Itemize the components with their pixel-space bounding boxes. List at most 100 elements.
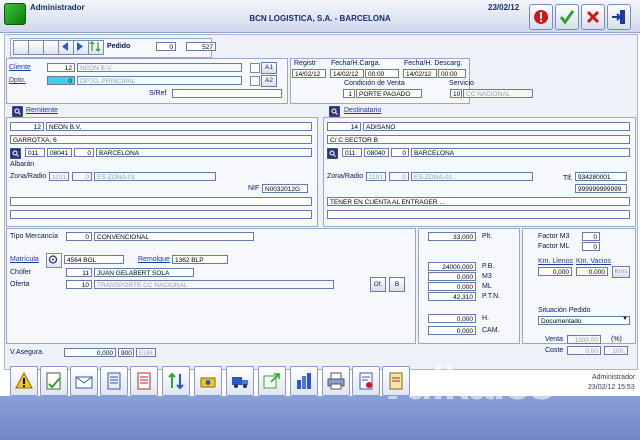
remitente-name-field[interactable]: NEON B.V. bbox=[46, 122, 312, 131]
coste-field[interactable]: 0,00 bbox=[567, 346, 601, 355]
destinatario-name-field[interactable]: ADISANO bbox=[363, 122, 630, 131]
accept-button[interactable] bbox=[555, 4, 579, 30]
remitente-note2-field[interactable] bbox=[10, 210, 312, 219]
destinatario-zona-field[interactable]: ES-ZONA-01 bbox=[411, 172, 533, 181]
mail-info-button[interactable] bbox=[70, 366, 98, 396]
remitente-address-field[interactable]: GARROTXA, 6 bbox=[10, 135, 312, 144]
asegura-code-field[interactable]: 900 bbox=[118, 348, 134, 357]
remolque-field[interactable]: 1362 BLP bbox=[172, 255, 228, 264]
a2-button[interactable]: A2 bbox=[261, 75, 277, 87]
list-view-button[interactable] bbox=[13, 40, 29, 55]
venta-field[interactable]: 1300,00 bbox=[567, 335, 601, 344]
asegura-currency-field[interactable]: EUR bbox=[136, 348, 156, 357]
kms-button[interactable]: Kms bbox=[612, 266, 630, 278]
remitente-zona-field[interactable]: ES-ZONA-01 bbox=[94, 172, 216, 181]
factor-m3-field[interactable]: 0 bbox=[582, 232, 600, 241]
exit-button[interactable] bbox=[607, 4, 631, 30]
mercancia-code-field[interactable]: 0 bbox=[66, 232, 92, 241]
remitente-note-field[interactable] bbox=[10, 197, 312, 206]
oferta-code-field[interactable]: 10 bbox=[66, 280, 92, 289]
destinatario-note-field[interactable]: TENER EN CUENTA AL ENTRAGER ... bbox=[327, 197, 630, 206]
tlf2-field[interactable]: 999999999999 bbox=[575, 184, 627, 193]
destinatario-country-field[interactable]: 011 bbox=[342, 148, 362, 157]
mercancia-field[interactable]: CONVENCIONAL bbox=[94, 232, 254, 241]
record-prefix-field[interactable]: 0 bbox=[156, 42, 176, 51]
warning-button[interactable] bbox=[10, 366, 38, 396]
dpto-code-field[interactable]: 0 bbox=[47, 76, 75, 85]
remitente-pob-field[interactable]: 0 bbox=[74, 148, 94, 157]
m3-field[interactable]: 0,000 bbox=[428, 272, 476, 281]
dpto-name-field[interactable]: DPTO. PRINCIPAL bbox=[77, 76, 242, 85]
cancel-button[interactable] bbox=[581, 4, 605, 30]
destinatario-zip-field[interactable]: 08040 bbox=[364, 148, 389, 157]
dpto-label[interactable]: Dpto. bbox=[9, 77, 26, 84]
next-record-button[interactable] bbox=[73, 40, 89, 55]
destinatario-zona-n-field[interactable]: 0 bbox=[389, 172, 409, 181]
km-llenos-label[interactable]: Km. Llenos bbox=[538, 258, 573, 265]
cam-field[interactable]: 0,000 bbox=[428, 326, 476, 335]
new-record-button[interactable] bbox=[28, 40, 44, 55]
situacion-select[interactable]: Documentado bbox=[538, 316, 630, 325]
payment-button[interactable] bbox=[194, 366, 222, 396]
chevron-down-icon[interactable]: ▼ bbox=[622, 316, 628, 322]
oferta-field[interactable]: TRANSPORTE CC NACIONAL bbox=[94, 280, 334, 289]
destinatario-city-field[interactable]: BARCELONA bbox=[411, 148, 630, 157]
matricula-field[interactable]: 4564 BGL bbox=[64, 255, 124, 264]
destinatario-city-search-button[interactable] bbox=[327, 148, 338, 159]
a2-checkbox[interactable] bbox=[250, 76, 260, 86]
plt-field[interactable]: 33,000 bbox=[428, 232, 476, 241]
remolque-label[interactable]: Remolque bbox=[138, 256, 170, 263]
ml-field[interactable]: 0,000 bbox=[428, 282, 476, 291]
oferta-b-button[interactable]: B bbox=[389, 277, 405, 292]
documents-button[interactable] bbox=[100, 366, 128, 396]
remitente-country-field[interactable]: 011 bbox=[25, 148, 45, 157]
export-button[interactable] bbox=[258, 366, 286, 396]
destinatario-address-field[interactable]: C/ C SECTOR B bbox=[327, 135, 630, 144]
cliente-label[interactable]: Cliente bbox=[9, 64, 31, 71]
remitente-title[interactable]: Remitente bbox=[26, 107, 58, 114]
tlf-field[interactable]: 934280001 bbox=[575, 172, 627, 181]
condicion-field[interactable]: PORTE PAGADO bbox=[356, 89, 422, 98]
km-llenos-field[interactable]: 0,000 bbox=[538, 267, 572, 276]
factor-ml-field[interactable]: 0 bbox=[582, 242, 600, 251]
descarga-date-field[interactable]: 14/02/12 bbox=[403, 69, 437, 78]
notes-button[interactable] bbox=[382, 366, 410, 396]
chart-button[interactable] bbox=[290, 366, 318, 396]
prev-record-button[interactable] bbox=[58, 40, 74, 55]
destinatario-title[interactable]: Destinatario bbox=[344, 107, 381, 114]
checklist-button[interactable] bbox=[40, 366, 68, 396]
asegura-field[interactable]: 0,000 bbox=[64, 348, 116, 357]
condicion-code-field[interactable]: 1 bbox=[343, 89, 355, 98]
truck-button[interactable] bbox=[226, 366, 254, 396]
carga-time-field[interactable]: 00:00 bbox=[365, 69, 399, 78]
alert-button[interactable] bbox=[529, 4, 553, 30]
sort-button[interactable] bbox=[88, 40, 104, 55]
chofer-field[interactable]: JUAN GELABERT SOLA bbox=[94, 268, 194, 277]
transfer-button[interactable] bbox=[162, 366, 190, 396]
destinatario-zona-code-field[interactable]: 1101 bbox=[366, 172, 386, 181]
sref-field[interactable] bbox=[172, 89, 282, 98]
registro-field[interactable]: 14/02/12 bbox=[292, 69, 326, 78]
coste-pct-field[interactable]: 100, bbox=[604, 346, 628, 355]
remitente-search-button[interactable] bbox=[12, 106, 23, 117]
km-vacios-label[interactable]: Km. Vacios bbox=[576, 258, 611, 265]
servicio-code-field[interactable]: 10 bbox=[450, 89, 462, 98]
nif-field[interactable]: N0032012G bbox=[262, 184, 308, 193]
remitente-zona-n-field[interactable]: 0 bbox=[72, 172, 92, 181]
remitente-zip-field[interactable]: 08041 bbox=[47, 148, 72, 157]
cliente-code-field[interactable]: 12 bbox=[47, 63, 75, 72]
matricula-lookup-button[interactable] bbox=[46, 253, 62, 268]
remitente-code-field[interactable]: 12 bbox=[10, 122, 44, 131]
remitente-zona-code-field[interactable]: 1101 bbox=[49, 172, 69, 181]
record-number-field[interactable]: 527 bbox=[186, 42, 216, 51]
a1-button[interactable]: A1 bbox=[261, 62, 277, 74]
cliente-name-field[interactable]: NEON B.V. bbox=[77, 63, 242, 72]
destinatario-code-field[interactable]: 14 bbox=[327, 122, 361, 131]
h-field[interactable]: 0,000 bbox=[428, 314, 476, 323]
pb-field[interactable]: 24000,000 bbox=[428, 262, 476, 271]
remitente-city-field[interactable]: BARCELONA bbox=[96, 148, 312, 157]
invoice-button[interactable] bbox=[352, 366, 380, 396]
ptn-field[interactable]: 42,310 bbox=[428, 292, 476, 301]
matricula-label[interactable]: Matrícula bbox=[10, 256, 39, 263]
carga-date-field[interactable]: 14/02/12 bbox=[330, 69, 364, 78]
